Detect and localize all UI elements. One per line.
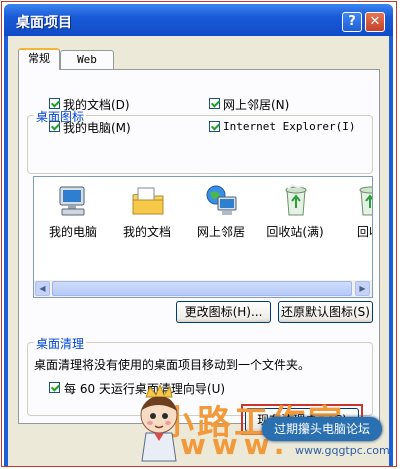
list-item[interactable]: 我的电脑 (36, 177, 110, 267)
site-url: www.gqgtpc.com (295, 444, 390, 457)
change-icon-button[interactable]: 更改图标(H)... (176, 301, 271, 323)
icon-label: 网上邻居 (196, 225, 245, 239)
list-item[interactable]: 我的文档 (110, 177, 184, 267)
cleanup-description: 桌面清理将没有使用的桌面项目移动到一个文件夹。 (34, 358, 311, 372)
my-computer-checkbox-label: 我的电脑(M) (63, 121, 131, 135)
network-places-checkbox-label: 网上邻居(N) (223, 98, 290, 112)
title-bar[interactable]: 桌面项目 ? ✕ (4, 4, 393, 36)
cleanup-group-title: 桌面清理 (34, 335, 87, 352)
help-button[interactable]: ? (342, 12, 362, 32)
my-computer-icon (59, 186, 85, 216)
forum-badge: 过期攥头电脑论坛 (262, 417, 382, 441)
desktop-icon-list[interactable]: 我的电脑 我的文档 网上邻居 回收站(满) 回 ◀ ▶ (33, 176, 373, 298)
scroll-right-icon[interactable]: ▶ (355, 281, 370, 296)
icon-label: 我的文档 (122, 225, 171, 239)
list-item[interactable]: 回收 (332, 177, 372, 267)
network-places-icon (206, 185, 237, 215)
list-item[interactable]: 网上邻居 (184, 177, 258, 267)
tab-web[interactable]: Web (60, 50, 114, 70)
network-places-checkbox[interactable] (209, 98, 220, 109)
horizontal-scrollbar[interactable]: ◀ ▶ (34, 280, 372, 297)
window-title: 桌面项目 (16, 15, 72, 31)
internet-explorer-checkbox-label: Internet Explorer(I) (223, 120, 356, 133)
recycle-bin-icon (359, 186, 372, 216)
scrollbar-thumb[interactable] (52, 281, 352, 296)
mascot-icon (140, 383, 178, 462)
my-documents-checkbox[interactable] (49, 98, 60, 109)
cleanup-wizard-checkbox[interactable] (49, 382, 60, 393)
internet-explorer-checkbox[interactable] (209, 121, 220, 132)
scroll-left-icon[interactable]: ◀ (35, 281, 50, 296)
my-computer-checkbox[interactable] (49, 121, 60, 132)
icon-label: 我的电脑 (48, 225, 97, 239)
my-documents-icon (132, 187, 164, 215)
recycle-bin-icon (285, 183, 307, 216)
icon-label: 回收 (356, 225, 372, 239)
icon-label: 回收站(满) (266, 225, 324, 239)
my-documents-checkbox-label: 我的文档(D) (63, 98, 130, 112)
list-item[interactable]: 回收站(满) (258, 177, 332, 267)
tab-general[interactable]: 常规 (18, 48, 60, 70)
restore-default-button[interactable]: 还原默认图标(S) (278, 301, 373, 323)
close-button[interactable]: ✕ (365, 12, 385, 32)
